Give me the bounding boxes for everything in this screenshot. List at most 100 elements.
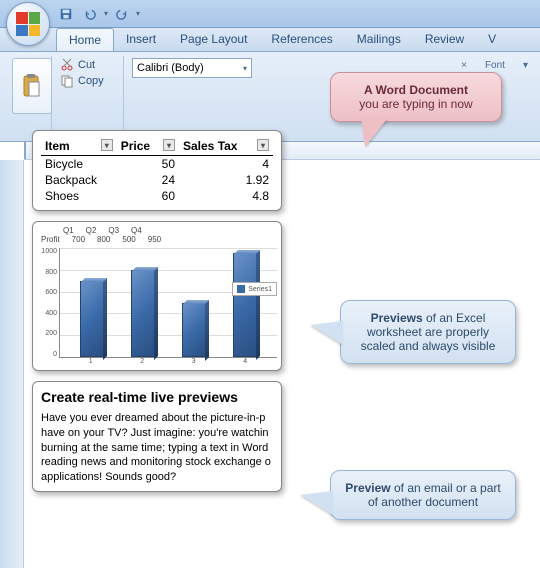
copy-icon xyxy=(60,74,74,88)
ribbon-tabs: Home Insert Page Layout References Maili… xyxy=(0,28,540,52)
font-group-label: Font xyxy=(485,60,505,71)
x-tick: 2 xyxy=(140,358,144,365)
chart-col: Q4 xyxy=(131,226,142,235)
th-label: Price xyxy=(121,139,150,153)
filter-dropdown-icon[interactable]: ▾ xyxy=(101,139,113,151)
copy-label: Copy xyxy=(78,75,104,87)
callout-bold: Preview xyxy=(345,481,390,495)
cut-button[interactable]: Cut xyxy=(60,58,117,72)
scissors-icon xyxy=(60,58,74,72)
table-header-tax[interactable]: Sales Tax ▾ xyxy=(179,137,273,156)
save-button[interactable] xyxy=(56,4,76,24)
callout-excel-preview: Previews of an Excel worksheet are prope… xyxy=(340,300,516,364)
th-label: Sales Tax xyxy=(183,139,237,153)
cut-label: Cut xyxy=(78,59,95,71)
profit-label: Profit xyxy=(41,235,60,244)
y-tick: 600 xyxy=(37,289,57,296)
excel-chart-preview: Q1 Q2 Q3 Q4 Profit 700 800 500 950 1000 … xyxy=(32,221,282,371)
vertical-ruler[interactable] xyxy=(0,160,24,568)
table-header-price[interactable]: Price ▾ xyxy=(117,137,179,156)
undo-button[interactable] xyxy=(80,4,100,24)
document-preview: Create real-time live previews Have you … xyxy=(32,381,282,492)
tab-page-layout[interactable]: Page Layout xyxy=(168,28,259,51)
y-tick: 1000 xyxy=(37,248,57,255)
callout-word-document: A Word Document you are typing in now xyxy=(330,72,502,122)
chart-col: Q3 xyxy=(108,226,119,235)
paste-button[interactable] xyxy=(12,58,52,114)
callout-email-preview: Preview of an email or a part of another… xyxy=(330,470,516,520)
tab-home[interactable]: Home xyxy=(56,28,114,51)
excel-table-preview: Item ▾ Price ▾ Sales Tax ▾ Bicycle 50 4 Bac… xyxy=(32,130,282,211)
chart-col: Q1 xyxy=(63,226,74,235)
x-tick: 4 xyxy=(243,358,247,365)
save-icon xyxy=(59,7,73,21)
cell-tax: 4 xyxy=(179,156,273,173)
quick-access-toolbar: ▾ ▾ xyxy=(0,0,540,28)
y-tick: 400 xyxy=(37,310,57,317)
font-name-combo[interactable]: Calibri (Body) ▾ xyxy=(132,58,252,78)
tab-mailings[interactable]: Mailings xyxy=(345,28,413,51)
callout-bold: A Word Document xyxy=(364,83,468,97)
th-label: Item xyxy=(45,139,70,153)
x-axis: 1 2 3 4 xyxy=(37,358,277,365)
word-window: ▾ ▾ Home Insert Page Layout References M… xyxy=(0,0,540,568)
x-tick: 1 xyxy=(89,358,93,365)
plot xyxy=(59,248,277,358)
cell-item: Shoes xyxy=(41,188,117,204)
copy-button[interactable]: Copy xyxy=(60,74,117,88)
chart-val: 950 xyxy=(148,235,161,244)
filter-dropdown-icon[interactable]: ▾ xyxy=(257,139,269,151)
doc-body: Have you ever dreamed about the picture-… xyxy=(41,411,273,485)
chart-bar xyxy=(131,270,155,357)
redo-icon xyxy=(115,7,129,21)
office-logo-icon xyxy=(16,12,40,36)
chart-legend: Series1 xyxy=(232,282,277,296)
filter-dropdown-icon[interactable]: ▾ xyxy=(163,139,175,151)
cell-price: 24 xyxy=(117,172,179,188)
tab-insert[interactable]: Insert xyxy=(114,28,168,51)
legend-swatch xyxy=(237,285,245,293)
doc-title: Create real-time live previews xyxy=(41,388,273,407)
callout-tail-icon xyxy=(311,321,343,345)
bars xyxy=(60,248,277,357)
chart-plot-area: 1000 800 600 400 200 0 xyxy=(37,248,277,358)
font-name-value: Calibri (Body) xyxy=(137,62,204,74)
undo-icon xyxy=(83,7,97,21)
table-row: Bicycle 50 4 xyxy=(41,156,273,173)
tab-references[interactable]: References xyxy=(259,28,344,51)
callout-tail-icon xyxy=(361,119,387,147)
callout-bold: Previews xyxy=(371,311,423,325)
chart-bar xyxy=(182,303,206,358)
qat-customize[interactable]: ▾ xyxy=(136,9,140,18)
y-tick: 0 xyxy=(37,351,57,358)
chart-bar xyxy=(233,253,257,357)
callout-text: you are typing in now xyxy=(345,97,487,111)
cell-item: Bicycle xyxy=(41,156,117,173)
x-tick: 3 xyxy=(192,358,196,365)
cell-price: 60 xyxy=(117,188,179,204)
clipboard-group-2: Cut Copy xyxy=(54,56,124,137)
clipboard-group xyxy=(6,56,52,137)
y-tick: 800 xyxy=(37,269,57,276)
cell-tax: 4.8 xyxy=(179,188,273,204)
office-button[interactable] xyxy=(6,2,50,46)
paste-icon xyxy=(21,73,43,99)
chart-header: Q1 Q2 Q3 Q4 xyxy=(37,226,277,235)
mini-table: Item ▾ Price ▾ Sales Tax ▾ Bicycle 50 4 Bac… xyxy=(41,137,273,204)
y-tick: 200 xyxy=(37,330,57,337)
legend-label: Series1 xyxy=(248,286,272,293)
table-row: Shoes 60 4.8 xyxy=(41,188,273,204)
undo-dropdown[interactable]: ▾ xyxy=(104,9,108,18)
cell-tax: 1.92 xyxy=(179,172,273,188)
redo-button[interactable] xyxy=(112,4,132,24)
tab-view[interactable]: V xyxy=(476,28,508,51)
chart-col: Q2 xyxy=(86,226,97,235)
chart-header-vals: Profit 700 800 500 950 xyxy=(37,235,277,244)
table-header-item[interactable]: Item ▾ xyxy=(41,137,117,156)
clear-formatting-icon[interactable]: × xyxy=(461,60,467,71)
cell-item: Backpack xyxy=(41,172,117,188)
chart-val: 700 xyxy=(72,235,85,244)
chevron-down-icon: ▾ xyxy=(243,64,247,73)
font-dialog-launcher[interactable]: ▾ xyxy=(523,60,528,71)
tab-review[interactable]: Review xyxy=(413,28,476,51)
